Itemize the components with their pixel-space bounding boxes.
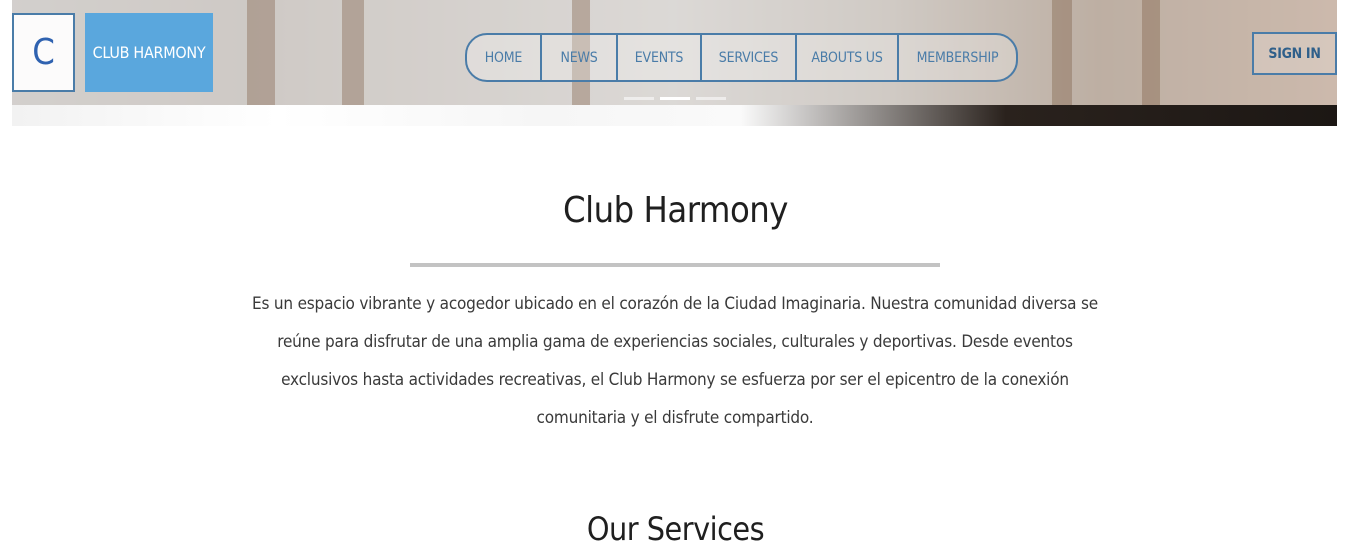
sign-in-button[interactable]: SIGN IN (1252, 32, 1337, 75)
main-nav: HOME NEWS EVENTS SERVICES ABOUTS US MEMB… (465, 33, 1018, 82)
hero-image-strip (12, 105, 1337, 126)
nav-item-abouts-us[interactable]: ABOUTS US (797, 35, 899, 80)
title-divider (410, 263, 940, 267)
nav-item-events[interactable]: EVENTS (618, 35, 702, 80)
nav-item-home[interactable]: HOME (467, 35, 542, 80)
club-description: Es un espacio vibrante y acogedor ubicad… (252, 294, 1098, 428)
hero-chair-back (342, 0, 364, 105)
services-heading: Our Services (586, 510, 765, 548)
brand-name-button[interactable]: CLUB HARMONY (85, 13, 213, 92)
brand-name: CLUB HARMONY (92, 43, 206, 62)
hero-chair-back (247, 0, 275, 105)
carousel-indicators (624, 97, 726, 100)
nav-item-membership[interactable]: MEMBERSHIP (899, 35, 1016, 80)
carousel-dot[interactable] (696, 97, 726, 100)
page-title: Club Harmony (563, 190, 788, 231)
nav-item-services[interactable]: SERVICES (702, 35, 797, 80)
nav-item-news[interactable]: NEWS (542, 35, 618, 80)
carousel-dot[interactable] (624, 97, 654, 100)
logo[interactable]: C (12, 13, 75, 92)
logo-letter: C (32, 32, 55, 73)
carousel-dot-active[interactable] (660, 97, 690, 100)
